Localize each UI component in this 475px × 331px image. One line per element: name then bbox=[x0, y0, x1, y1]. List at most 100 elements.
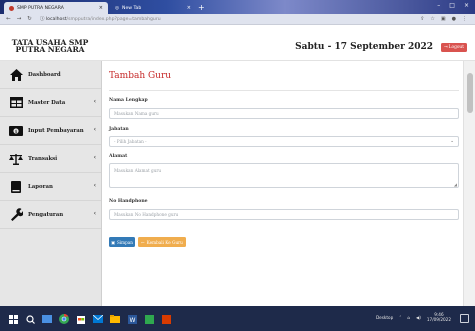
site-favicon-icon bbox=[9, 5, 14, 11]
tab-label: SMP PUTRA NEGARA bbox=[17, 5, 64, 11]
volume-icon[interactable]: ◀) bbox=[416, 315, 421, 320]
word-icon[interactable]: W bbox=[127, 314, 137, 324]
file-explorer-icon[interactable] bbox=[110, 314, 120, 324]
task-view-icon[interactable] bbox=[42, 314, 52, 324]
app-header: TATA USAHA SMP PUTRA NEGARA Sabtu - 17 S… bbox=[0, 25, 475, 61]
url-host: localhost bbox=[45, 17, 67, 22]
close-window-icon[interactable]: × bbox=[464, 2, 469, 9]
system-tray: Desktop ˄ ⌂ ◀) 9:46 17/09/2022 bbox=[376, 312, 451, 322]
money-icon: $ bbox=[8, 124, 24, 138]
page-scrollbar[interactable] bbox=[463, 61, 475, 306]
alamat-placeholder: Masukan Alamat guru bbox=[114, 168, 162, 173]
brand-logo-text[interactable]: TATA USAHA SMP PUTRA NEGARA bbox=[8, 39, 92, 54]
svg-text:W: W bbox=[129, 317, 135, 324]
new-tab-button[interactable]: + bbox=[198, 3, 205, 12]
back-to-guru-button[interactable]: ← Kembali Ke Guru bbox=[138, 237, 186, 247]
scrollbar-thumb[interactable] bbox=[467, 73, 473, 113]
save-button[interactable]: ▣ Simpan bbox=[109, 237, 135, 247]
newtab-icon: ◎ bbox=[115, 5, 120, 11]
maximize-icon[interactable]: □ bbox=[449, 2, 455, 9]
scale-icon bbox=[8, 152, 24, 166]
tray-up-arrow-icon[interactable]: ˄ bbox=[399, 315, 401, 320]
browser-tab-active[interactable]: SMP PUTRA NEGARA × bbox=[4, 2, 108, 14]
hp-label: No Handphone bbox=[109, 199, 148, 204]
extension-icon[interactable]: ▣ bbox=[441, 16, 446, 22]
save-icon: ▣ bbox=[110, 239, 115, 245]
current-date: Sabtu - 17 September 2022 bbox=[295, 42, 433, 52]
home-icon bbox=[8, 68, 24, 82]
svg-text:$: $ bbox=[15, 128, 18, 134]
main-content: Tambah Guru Nama Lengkap Masukan Nama gu… bbox=[102, 61, 463, 306]
logout-label: Logout bbox=[448, 45, 464, 50]
app-shortcut-icon[interactable] bbox=[161, 314, 171, 324]
sidebar-item-laporan[interactable]: Laporan ‹ bbox=[0, 173, 101, 201]
title-divider bbox=[109, 90, 459, 91]
windows-start-icon[interactable] bbox=[8, 314, 18, 324]
window-controls: – □ × bbox=[437, 2, 469, 9]
notification-icon[interactable] bbox=[460, 314, 469, 323]
nama-placeholder: Masukan Nama guru bbox=[114, 111, 159, 116]
hp-input[interactable]: Masukan No Handphone guru bbox=[109, 209, 459, 220]
network-icon[interactable]: ⌂ bbox=[407, 315, 410, 320]
jabatan-selected-value: - Pilih Jabatan - bbox=[114, 139, 147, 144]
bookmark-star-icon[interactable]: ☆ bbox=[430, 16, 434, 22]
brand-line-2: PUTRA NEGARA bbox=[15, 45, 85, 54]
url-field[interactable]: ⓘ localhost/smpputra/index.php?page=tamb… bbox=[40, 16, 161, 22]
url-path: /smpputra/index.php?page=tambahguru bbox=[66, 17, 161, 22]
chevron-down-icon: ⌄ bbox=[450, 139, 454, 144]
browser-tab-newtab[interactable]: ◎ New Tab × bbox=[110, 2, 196, 14]
profile-icon[interactable]: ● bbox=[452, 16, 456, 22]
mail-icon[interactable] bbox=[93, 314, 103, 324]
table-icon bbox=[8, 96, 24, 110]
hp-placeholder: Masukan No Handphone guru bbox=[114, 212, 179, 217]
desktop-label[interactable]: Desktop bbox=[376, 315, 393, 320]
sidebar-item-master-data[interactable]: Master Data ‹ bbox=[0, 89, 101, 117]
jabatan-label: Jabatan bbox=[109, 127, 129, 132]
search-icon[interactable] bbox=[25, 314, 35, 324]
app-shortcut-icon[interactable] bbox=[144, 314, 154, 324]
resize-handle-icon[interactable]: ◢ bbox=[454, 182, 457, 187]
sidebar-item-label: Dashboard bbox=[28, 71, 61, 78]
sidebar-item-label: Input Pembayaran bbox=[28, 127, 84, 134]
share-icon[interactable]: ⇪ bbox=[420, 16, 424, 22]
chevron-left-icon: ‹ bbox=[93, 98, 96, 105]
wrench-icon bbox=[8, 208, 24, 222]
logout-button[interactable]: ⇥ Logout bbox=[441, 43, 467, 52]
alamat-label: Alamat bbox=[109, 154, 128, 159]
save-label: Simpan bbox=[116, 239, 134, 245]
close-tab-icon[interactable]: × bbox=[187, 5, 191, 11]
chevron-left-icon: ‹ bbox=[93, 210, 96, 217]
back-arrow-icon: ← bbox=[141, 239, 145, 245]
sidebar-item-transaksi[interactable]: Transaksi ‹ bbox=[0, 145, 101, 173]
forward-arrow-icon[interactable]: → bbox=[17, 16, 22, 22]
back-arrow-icon[interactable]: ← bbox=[6, 16, 11, 22]
clock-date: 17/09/2022 bbox=[426, 317, 451, 322]
address-bar: ← → ↻ ⓘ localhost/smpputra/index.php?pag… bbox=[0, 14, 475, 25]
sidebar-item-label: Transaksi bbox=[28, 155, 58, 162]
sidebar-item-label: Pengaturan bbox=[28, 211, 64, 218]
sidebar-item-dashboard[interactable]: Dashboard bbox=[0, 61, 101, 89]
nama-input[interactable]: Masukan Nama guru bbox=[109, 108, 459, 119]
sidebar-item-label: Master Data bbox=[28, 99, 66, 106]
jabatan-select[interactable]: - Pilih Jabatan - ⌄ bbox=[109, 136, 459, 147]
chrome-icon[interactable] bbox=[59, 314, 69, 324]
logout-icon: ⇥ bbox=[444, 45, 448, 50]
menu-dots-icon[interactable]: ⋮ bbox=[462, 16, 467, 22]
nama-label: Nama Lengkap bbox=[109, 98, 148, 103]
reload-icon[interactable]: ↻ bbox=[27, 16, 32, 22]
back-label: Kembali Ke Guru bbox=[146, 239, 183, 245]
address-bar-icons: ⇪ ☆ ▣ ● ⋮ bbox=[420, 16, 467, 22]
chevron-left-icon: ‹ bbox=[93, 182, 96, 189]
sidebar-item-input-pembayaran[interactable]: $ Input Pembayaran ‹ bbox=[0, 117, 101, 145]
chevron-left-icon: ‹ bbox=[93, 126, 96, 133]
alamat-textarea[interactable]: Masukan Alamat guru ◢ bbox=[109, 163, 459, 188]
sidebar: Dashboard Master Data ‹ $ Input Pembayar… bbox=[0, 61, 102, 306]
chevron-left-icon: ‹ bbox=[93, 154, 96, 161]
tab-label: New Tab bbox=[122, 5, 142, 11]
taskbar-clock[interactable]: 9:46 17/09/2022 bbox=[427, 312, 451, 322]
minimize-icon[interactable]: – bbox=[437, 2, 440, 9]
book-icon bbox=[8, 180, 24, 194]
store-icon[interactable] bbox=[76, 314, 86, 324]
sidebar-item-pengaturan[interactable]: Pengaturan ‹ bbox=[0, 201, 101, 229]
close-tab-icon[interactable]: × bbox=[99, 5, 103, 11]
